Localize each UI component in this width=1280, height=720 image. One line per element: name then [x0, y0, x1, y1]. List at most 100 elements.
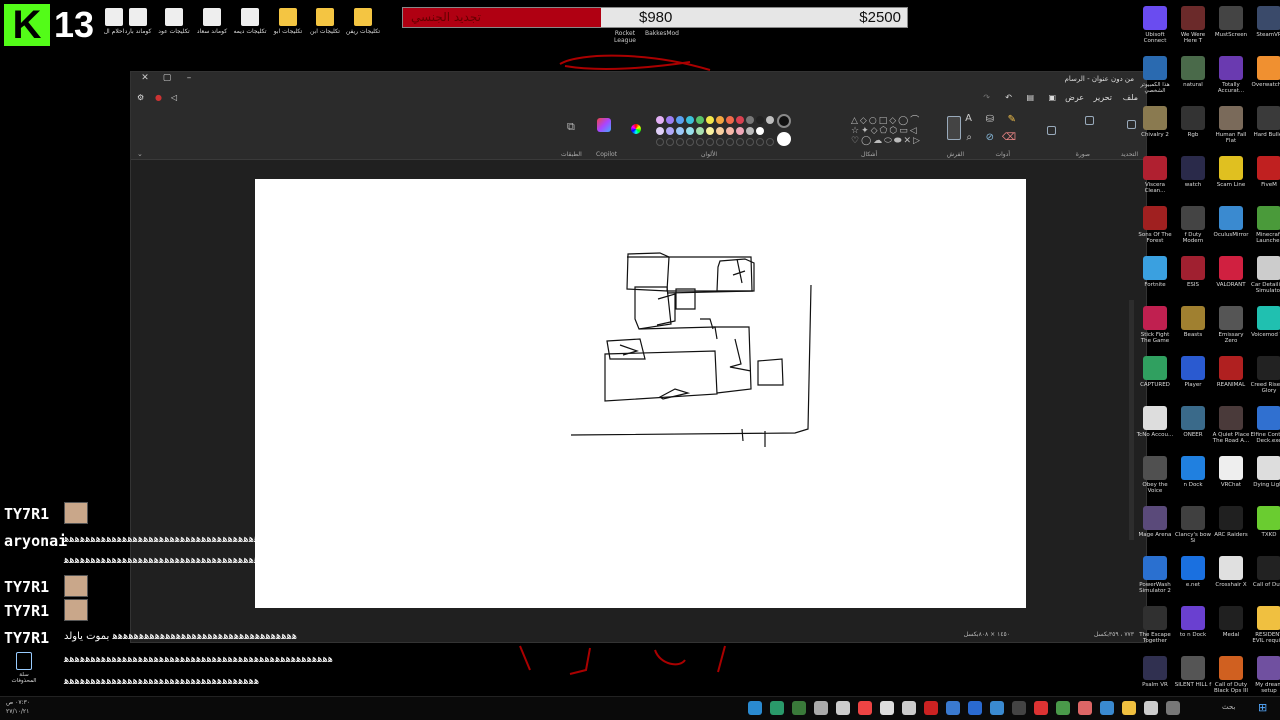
desktop-icon-right[interactable]: Minecraft Launcher [1250, 206, 1280, 244]
taskbar-app-icon[interactable] [858, 701, 872, 715]
palette-swatch[interactable] [736, 116, 744, 124]
desktop-icon-right[interactable]: Car Detailing Simulator [1250, 256, 1280, 294]
menu-edit[interactable]: تحرير [1094, 93, 1112, 102]
desktop-icon-right[interactable]: Rgb [1174, 106, 1212, 138]
palette-swatch[interactable] [746, 116, 754, 124]
custom-color-slot[interactable] [756, 138, 764, 146]
desktop-icon-right[interactable]: TXKD [1250, 506, 1280, 538]
palette-swatch[interactable] [686, 116, 694, 124]
palette-swatch[interactable] [756, 127, 764, 135]
start-icon[interactable]: ⊞ [1258, 701, 1267, 714]
palette-swatch[interactable] [666, 116, 674, 124]
desktop-icon-right[interactable]: SILENT HILL f [1174, 656, 1212, 688]
desktop-icon-right[interactable]: Dying Light [1250, 456, 1280, 488]
desktop-icon-right[interactable]: Ubisoft Connect [1136, 6, 1174, 44]
custom-color-slot[interactable] [726, 138, 734, 146]
custom-color-slot[interactable] [746, 138, 754, 146]
desktop-icon-right[interactable]: CAPTURED [1136, 356, 1174, 388]
crop-icon[interactable] [1085, 116, 1094, 125]
desktop-icon-right[interactable]: watch [1174, 156, 1212, 188]
desktop-icon-right[interactable]: Clancy's bow Si [1174, 506, 1212, 544]
image-icon[interactable] [1047, 126, 1056, 135]
recycle-bin-icon[interactable]: سلة المحذوفات [8, 652, 40, 684]
desktop-icon-right[interactable]: e.net [1174, 556, 1212, 588]
palette-swatch[interactable] [766, 116, 774, 124]
desktop-icon-right[interactable]: SteamVR [1250, 6, 1280, 38]
taskbar-app-icon[interactable] [792, 701, 806, 715]
palette-swatch[interactable] [676, 127, 684, 135]
desktop-icon-right[interactable]: to n Dock [1174, 606, 1212, 638]
maximize-button[interactable]: ▢ [157, 73, 177, 87]
taskbar-app-icon[interactable] [748, 701, 762, 715]
desktop-icon-right[interactable]: VALORANT [1212, 256, 1250, 288]
select-icon[interactable] [1127, 120, 1136, 129]
secondary-color[interactable] [777, 132, 791, 146]
shapes-grid[interactable]: △◇○□◇◯⌒ ☆✦◇⬠⬡▭◁ ♡◯☁⬭⬬✕▷ [851, 116, 931, 148]
desktop-icon-right[interactable]: Hard Bullet [1250, 106, 1280, 138]
custom-color-slot[interactable] [656, 138, 664, 146]
desktop-icon-right[interactable]: The Escape Together [1136, 606, 1174, 644]
taskbar-app-icon[interactable] [1012, 701, 1026, 715]
close-button[interactable]: ✕ [135, 73, 155, 87]
desktop-icon-right[interactable]: Stick Fight The Game [1136, 306, 1174, 344]
desktop-icon-right[interactable]: TcNo Accou... [1136, 406, 1174, 438]
taskbar-app-icon[interactable] [1144, 701, 1158, 715]
search-label[interactable]: بحث [1222, 703, 1235, 711]
custom-color-slot[interactable] [686, 138, 694, 146]
taskbar-app-icon[interactable] [1078, 701, 1092, 715]
desktop-icon-right[interactable]: PowerWash Simulator 2 [1136, 556, 1174, 594]
desktop-icon-right[interactable]: VRChat [1212, 456, 1250, 488]
palette-swatch[interactable] [726, 127, 734, 135]
desktop-icon-right[interactable]: Call of Duty Black Ops III [1212, 656, 1250, 694]
desktop-icon-right[interactable]: Voicemod V3 [1250, 306, 1280, 338]
vertical-scrollbar[interactable] [1129, 300, 1134, 540]
palette-swatch[interactable] [756, 116, 764, 124]
palette-swatch[interactable] [656, 116, 664, 124]
save-icon[interactable]: ▣ [1048, 93, 1056, 102]
desktop-icon-right[interactable]: Human Fall Flat [1212, 106, 1250, 144]
desktop-icon-right[interactable]: Scam Line [1212, 156, 1250, 188]
desktop-icon-right[interactable]: n Dock [1174, 456, 1212, 488]
desktop-icon-right[interactable]: OculusMirror [1212, 206, 1250, 238]
text-icon[interactable]: A [965, 113, 972, 124]
desktop-icon-right[interactable]: FiveM [1250, 156, 1280, 188]
custom-color-slot[interactable] [666, 138, 674, 146]
minimize-button[interactable]: – [179, 73, 199, 87]
desktop-icon-right[interactable]: A Quiet Place The Road A... [1212, 406, 1250, 444]
clock[interactable]: ٠٧:٣٠ ص [6, 699, 30, 706]
desktop-icon-right[interactable]: Overwatch 2 [1250, 56, 1280, 88]
desktop-icon-left[interactable]: كوماند سعاد [192, 6, 232, 35]
date[interactable]: ٢٧/١٠/٢١ [6, 708, 29, 715]
palette-swatch[interactable] [746, 127, 754, 135]
palette-swatch[interactable] [676, 116, 684, 124]
desktop-icon-right[interactable]: Medal [1212, 606, 1250, 638]
palette-swatch[interactable] [706, 127, 714, 135]
palette-swatch[interactable] [696, 116, 704, 124]
eraser-icon[interactable]: ⌫ [1002, 132, 1016, 143]
desktop-icon-right[interactable]: Elfine Control Deck.exe [1250, 406, 1280, 444]
taskbar-app-icon[interactable] [1056, 701, 1070, 715]
taskbar-app-icon[interactable] [1100, 701, 1114, 715]
desktop-icon-left[interactable]: تكليجات عود [154, 6, 194, 35]
desktop-icon-right[interactable]: My dream setup [1250, 656, 1280, 694]
desktop-icon-right[interactable]: RESIDENT EVIL require [1250, 606, 1280, 644]
palette-swatch[interactable] [656, 127, 664, 135]
desktop-icon-left[interactable]: تكليجات ريفن [343, 6, 383, 35]
taskbar-app-icon[interactable] [968, 701, 982, 715]
palette-swatch[interactable] [716, 116, 724, 124]
pencil-icon[interactable]: ✎ [1008, 114, 1016, 125]
menu-file[interactable]: ملف [1123, 93, 1138, 102]
desktop-icon-right[interactable]: Mage Arena [1136, 506, 1174, 538]
record-icon[interactable]: ● [155, 93, 162, 102]
edit-colors-icon[interactable] [631, 124, 641, 134]
desktop-icon-right[interactable]: f Duty Modern [1174, 206, 1212, 244]
palette-swatch[interactable] [696, 127, 704, 135]
custom-color-slot[interactable] [676, 138, 684, 146]
fill-icon[interactable]: ⛁ [986, 114, 994, 125]
desktop-icon-rocket-league[interactable]: Rocket League [610, 30, 640, 44]
palette-swatch[interactable] [726, 116, 734, 124]
desktop-icon-right[interactable]: Player [1174, 356, 1212, 388]
layers-icon[interactable]: ⧉ [567, 120, 575, 134]
desktop-icon-right[interactable]: Totally Accurat... [1212, 56, 1250, 94]
desktop-icon-right[interactable]: ONEER [1174, 406, 1212, 438]
